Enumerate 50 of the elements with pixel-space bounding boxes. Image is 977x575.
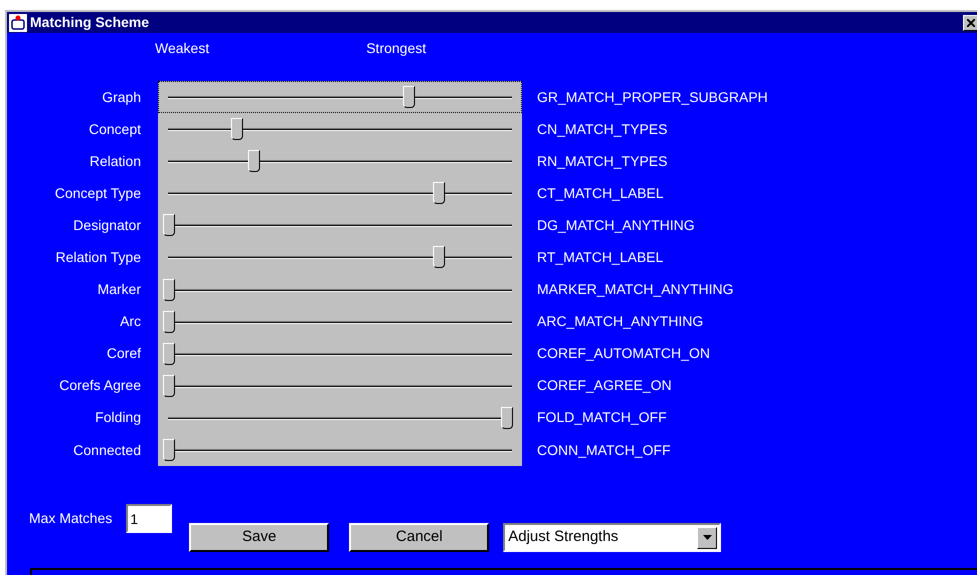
slider-label: Relation: [90, 152, 141, 171]
max-matches-field[interactable]: 1: [126, 504, 172, 534]
slider-label: Concept Type: [54, 184, 141, 203]
slider-value: CONN_MATCH_OFF: [537, 440, 671, 460]
strength-dropdown[interactable]: Adjust Strengths: [503, 523, 722, 552]
slider-value: RT_MATCH_LABEL: [537, 248, 664, 268]
slider-value: COREF_AGREE_ON: [537, 376, 672, 396]
slider-value: GR_MATCH_PROPER_SUBGRAPH: [537, 88, 768, 107]
slider-thumb[interactable]: [163, 439, 175, 462]
slider-label: Graph: [102, 88, 141, 107]
slider-label: Connected: [73, 440, 141, 460]
close-icon: [967, 18, 975, 26]
close-button[interactable]: [963, 14, 977, 30]
slider-thumb[interactable]: [163, 278, 175, 301]
slider-value: MARKER_MATCH_ANYTHING: [537, 280, 734, 300]
slider-thumb[interactable]: [163, 342, 175, 365]
slider-value: ARC_MATCH_ANYTHING: [537, 312, 704, 332]
weakest-label: Weakest: [155, 38, 210, 58]
dialog-button[interactable]: Save: [189, 523, 330, 552]
dialog-button[interactable]: Cancel: [349, 523, 490, 552]
strength-slider[interactable]: [158, 81, 522, 114]
slider-thumb[interactable]: [402, 86, 415, 108]
slider-thumb[interactable]: [230, 118, 243, 140]
caret-icon: [702, 535, 712, 540]
slider-label: Concept: [88, 120, 141, 139]
window-title: Matching Scheme: [30, 13, 150, 32]
slider-thumb[interactable]: [248, 150, 260, 172]
strongest-label: Strongest: [366, 38, 426, 58]
slider-thumb[interactable]: [433, 246, 446, 268]
slider-value: RN_MATCH_TYPES: [537, 152, 668, 171]
slider-value: COREF_AUTOMATCH_ON: [537, 344, 710, 364]
slider-value: CN_MATCH_TYPES: [537, 120, 668, 139]
slider-label: Corefs Agree: [59, 376, 141, 396]
slider-label: Folding: [95, 408, 141, 428]
max-matches-label: Max Matches: [29, 509, 112, 528]
dropdown-arrow-button[interactable]: [697, 526, 718, 549]
slider-label: Relation Type: [56, 248, 141, 268]
slider-value: CT_MATCH_LABEL: [537, 184, 664, 203]
slider-label: Marker: [97, 280, 141, 300]
slider-label: Arc: [120, 312, 141, 332]
slider-thumb[interactable]: [501, 406, 513, 429]
slider-thumb[interactable]: [433, 182, 446, 204]
slider-thumb[interactable]: [163, 310, 175, 333]
slider-value: DG_MATCH_ANYTHING: [537, 216, 695, 235]
dropdown-value: Adjust Strengths: [507, 527, 620, 548]
slider-thumb[interactable]: [163, 214, 175, 236]
slider-thumb[interactable]: [163, 374, 175, 397]
slider-value: FOLD_MATCH_OFF: [537, 408, 667, 428]
slider-label: Designator: [73, 216, 141, 235]
slider-label: Coref: [106, 344, 141, 364]
